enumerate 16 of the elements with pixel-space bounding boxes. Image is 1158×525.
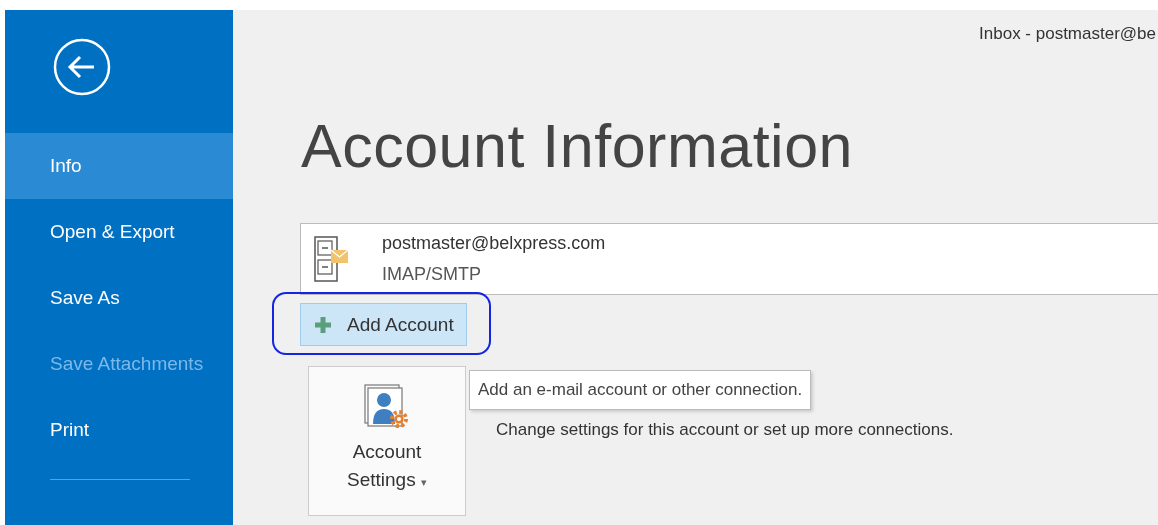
sidebar-item[interactable]: Info: [5, 133, 233, 199]
account-settings-icon: [364, 384, 410, 430]
sidebar-item[interactable]: Save As: [5, 265, 233, 331]
mailbox-icon: [314, 236, 348, 282]
tooltip: Add an e-mail account or other connection.: [469, 370, 812, 410]
settings-description: Change settings for this account or set up more connections.: [496, 420, 954, 440]
plus-icon: [315, 316, 331, 333]
add-account-button[interactable]: Add Account: [300, 303, 467, 346]
account-email: postmaster@belxpress.com: [382, 233, 606, 254]
account-type: IMAP/SMTP: [382, 264, 482, 285]
account-settings-button[interactable]: Account Settings ▾: [308, 366, 466, 516]
back-icon[interactable]: [53, 37, 111, 96]
sidebar-item[interactable]: Open & Export: [5, 199, 233, 265]
window-title: Inbox - postmaster@be: [979, 24, 1156, 44]
sidebar-item[interactable]: Print: [5, 397, 233, 463]
page-heading: Account Information: [301, 116, 854, 177]
